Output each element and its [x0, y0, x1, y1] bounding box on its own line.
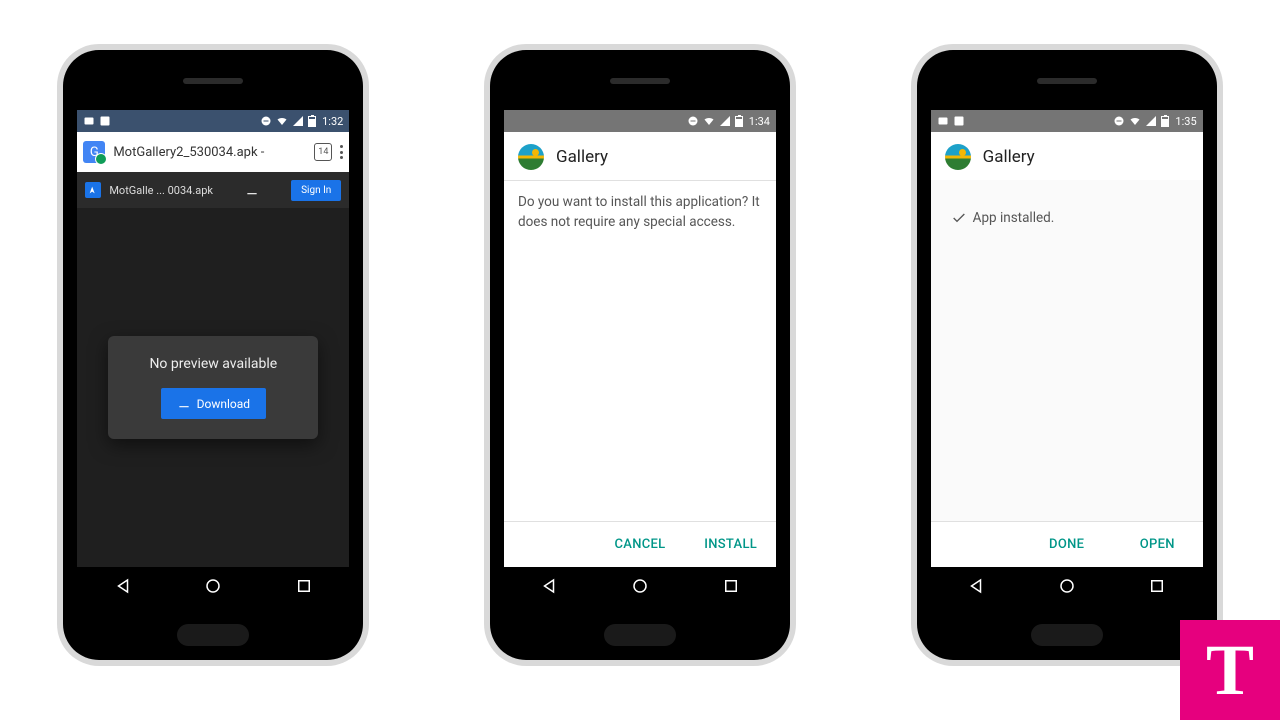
download-status-icon — [510, 115, 522, 127]
status-time: 1:35 — [1175, 115, 1196, 128]
open-button[interactable]: OPEN — [1112, 522, 1203, 567]
check-icon — [951, 210, 967, 226]
status-bar: 1:34 — [504, 110, 776, 132]
download-button[interactable]: Download — [161, 388, 266, 419]
phone-home-pill — [177, 624, 249, 646]
phone1-content: No preview available Download — [77, 208, 349, 567]
signal-icon — [719, 115, 731, 127]
status-time: 1:34 — [749, 115, 770, 128]
status-time: 1:32 — [322, 115, 343, 128]
app-installed-text: App installed. — [973, 210, 1055, 226]
image-icon — [99, 115, 111, 127]
wifi-icon — [1129, 115, 1141, 127]
image-icon — [953, 115, 965, 127]
browser-address-bar[interactable]: G MotGallery2_530034.apk - 14 — [77, 132, 349, 172]
phone-2: 1:34 Gallery Do you want to install this… — [490, 50, 790, 660]
phone-speaker — [1037, 78, 1097, 84]
battery-icon — [1161, 116, 1169, 127]
install-button[interactable]: INSTALL — [685, 522, 776, 567]
dnd-icon — [687, 115, 699, 127]
wifi-icon — [276, 115, 288, 127]
file-chip-icon — [85, 182, 101, 198]
phone-1: 1:32 G MotGallery2_530034.apk - 14 MotGa… — [63, 50, 363, 660]
nav-recent-icon[interactable] — [722, 577, 740, 595]
installer-header: Gallery — [504, 132, 776, 181]
download-button-icon — [177, 395, 191, 412]
nav-recent-icon[interactable] — [1148, 577, 1166, 595]
menu-kebab-icon[interactable] — [340, 145, 343, 159]
phone-speaker — [183, 78, 243, 84]
installer-app-title: Gallery — [983, 147, 1035, 167]
watermark-letter: T — [1206, 634, 1254, 706]
screen-3: 1:35 Gallery App installed. DONE OPEN — [931, 110, 1203, 605]
nav-back-icon[interactable] — [114, 577, 132, 595]
done-button[interactable]: DONE — [1021, 522, 1112, 567]
android-nav-bar — [931, 567, 1203, 605]
phone3-content: App installed. — [931, 180, 1203, 521]
nav-home-icon[interactable] — [1058, 577, 1076, 595]
nav-home-icon[interactable] — [631, 577, 649, 595]
android-nav-bar — [504, 567, 776, 605]
battery-icon — [735, 116, 743, 127]
nav-recent-icon[interactable] — [295, 577, 313, 595]
signal-icon — [292, 115, 304, 127]
gallery-app-icon — [518, 144, 544, 170]
installer-action-row: CANCEL INSTALL — [504, 521, 776, 567]
tab-count-button[interactable]: 14 — [314, 143, 332, 161]
watermark-badge: T — [1180, 620, 1280, 720]
nav-back-icon[interactable] — [540, 577, 558, 595]
notification-icon — [937, 115, 949, 127]
installer-app-title: Gallery — [556, 147, 608, 167]
dnd-icon — [1113, 115, 1125, 127]
notification-icon — [83, 115, 95, 127]
phone-speaker — [610, 78, 670, 84]
download-icon[interactable] — [245, 182, 259, 199]
download-status-icon — [969, 115, 981, 127]
android-nav-bar — [77, 567, 349, 605]
nav-home-icon[interactable] — [204, 577, 222, 595]
installer-action-row: DONE OPEN — [931, 521, 1203, 567]
nav-back-icon[interactable] — [967, 577, 985, 595]
address-text: MotGallery2_530034.apk - — [113, 145, 306, 160]
wifi-icon — [703, 115, 715, 127]
phone-home-pill — [1031, 624, 1103, 646]
signal-icon — [1145, 115, 1157, 127]
no-preview-message: No preview available — [149, 356, 277, 372]
download-status-icon — [115, 115, 127, 127]
app-installed-row: App installed. — [931, 180, 1203, 256]
screen-2: 1:34 Gallery Do you want to install this… — [504, 110, 776, 605]
dnd-icon — [260, 115, 272, 127]
install-prompt-text: Do you want to install this application?… — [504, 181, 776, 521]
installer-header: Gallery — [931, 132, 1203, 180]
favicon-google-icon: G — [83, 141, 105, 163]
preview-card: No preview available Download — [108, 336, 318, 439]
status-bar: 1:32 — [77, 110, 349, 132]
screen-1: 1:32 G MotGallery2_530034.apk - 14 MotGa… — [77, 110, 349, 605]
gallery-app-icon — [945, 144, 971, 170]
drive-filename: MotGalle ... 0034.apk — [109, 184, 213, 197]
cancel-button[interactable]: CANCEL — [595, 522, 686, 567]
sign-in-button[interactable]: Sign In — [291, 180, 341, 201]
phone-3: 1:35 Gallery App installed. DONE OPEN — [917, 50, 1217, 660]
drive-file-bar: MotGalle ... 0034.apk Sign In — [77, 172, 349, 208]
battery-icon — [308, 116, 316, 127]
status-bar: 1:35 — [931, 110, 1203, 132]
phone-home-pill — [604, 624, 676, 646]
